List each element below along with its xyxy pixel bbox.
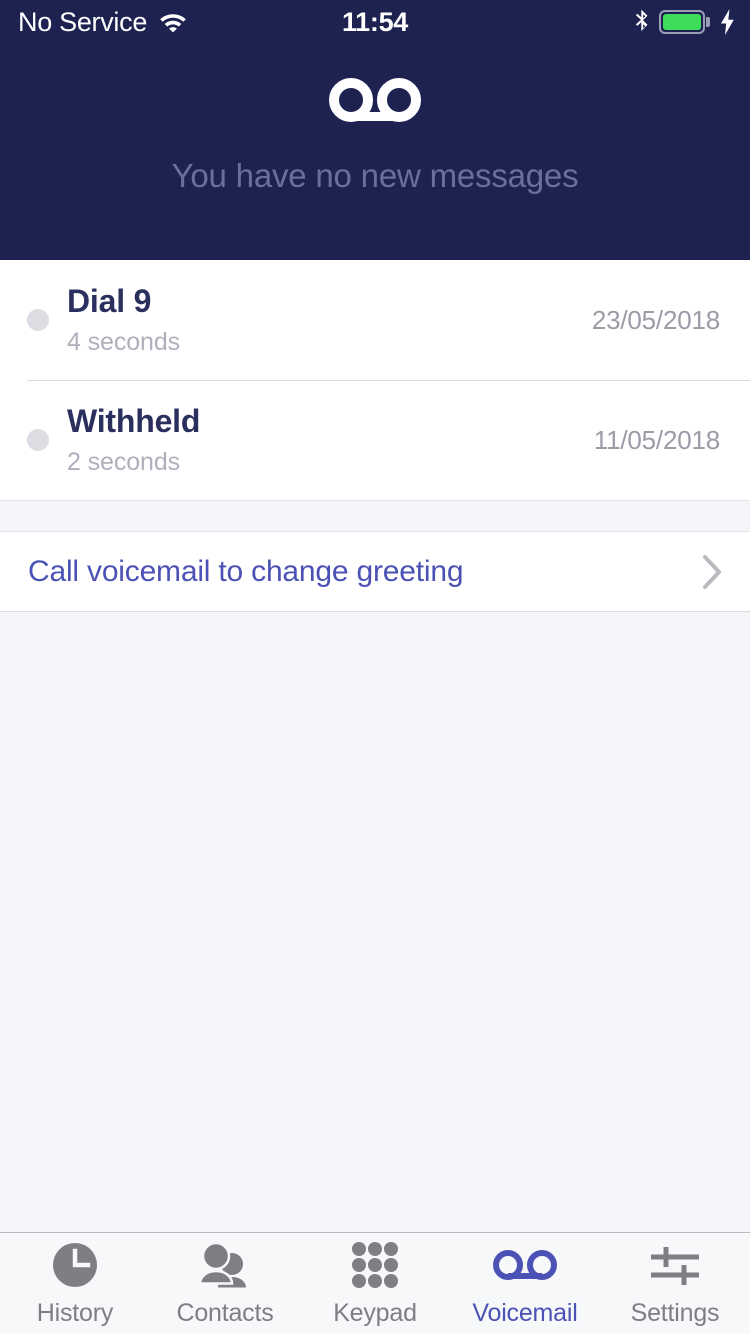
- voicemail-text-block: Withheld 2 seconds: [67, 403, 594, 477]
- tab-settings-label: Settings: [630, 1298, 720, 1327]
- tab-history-label: History: [36, 1298, 114, 1327]
- voicemail-caller-name: Withheld: [67, 403, 201, 439]
- status-bar: No Service 11:54: [0, 0, 750, 44]
- voicemail-date: 23/05/2018: [591, 304, 720, 335]
- change-greeting-label: Call voicemail to change greeting: [28, 554, 464, 588]
- voicemail-duration: 2 seconds: [67, 448, 181, 476]
- status-bar-right: [635, 9, 750, 35]
- empty-content-area: [0, 613, 750, 1232]
- tab-contacts[interactable]: Contacts: [150, 1233, 300, 1334]
- tab-history[interactable]: History: [0, 1233, 150, 1334]
- table-row[interactable]: Withheld 2 seconds 11/05/2018: [0, 380, 750, 500]
- unread-dot: [27, 429, 49, 451]
- keypad-icon: [351, 1240, 399, 1290]
- tab-voicemail[interactable]: Voicemail: [450, 1233, 600, 1334]
- contacts-icon: [197, 1240, 253, 1290]
- no-new-messages-label: You have no new messages: [171, 157, 579, 194]
- unread-dot: [27, 309, 49, 331]
- tab-keypad[interactable]: Keypad: [300, 1233, 450, 1334]
- section-separator: [0, 500, 750, 532]
- clock-icon: [50, 1240, 100, 1290]
- voicemail-icon: [329, 74, 421, 131]
- tab-settings[interactable]: Settings: [600, 1233, 750, 1334]
- table-row[interactable]: Dial 9 4 seconds 23/05/2018: [0, 260, 750, 380]
- bottom-tab-bar: History Contacts Keypad Voicemail Settin…: [0, 1232, 750, 1334]
- tab-contacts-label: Contacts: [176, 1298, 274, 1327]
- tab-voicemail-label: Voicemail: [472, 1298, 578, 1327]
- voicemail-header: You have no new messages: [0, 44, 750, 260]
- sliders-icon: [649, 1240, 701, 1290]
- voicemail-date: 11/05/2018: [593, 424, 720, 455]
- tab-keypad-label: Keypad: [333, 1298, 417, 1327]
- change-greeting-row[interactable]: Call voicemail to change greeting: [0, 532, 750, 612]
- voicemail-duration: 4 seconds: [67, 328, 181, 356]
- lightning-bolt-icon: [719, 9, 736, 35]
- chevron-right-icon: [702, 554, 722, 589]
- battery-full-icon: [658, 10, 710, 34]
- voicemail-caller-name: Dial 9: [67, 283, 152, 319]
- voicemail-icon: [493, 1240, 557, 1290]
- app-screen: No Service 11:54 You have no new message…: [0, 0, 750, 1334]
- bluetooth-icon: [635, 9, 650, 35]
- voicemail-text-block: Dial 9 4 seconds: [67, 283, 592, 357]
- voicemail-list: Dial 9 4 seconds 23/05/2018 Withheld 2 s…: [0, 260, 750, 500]
